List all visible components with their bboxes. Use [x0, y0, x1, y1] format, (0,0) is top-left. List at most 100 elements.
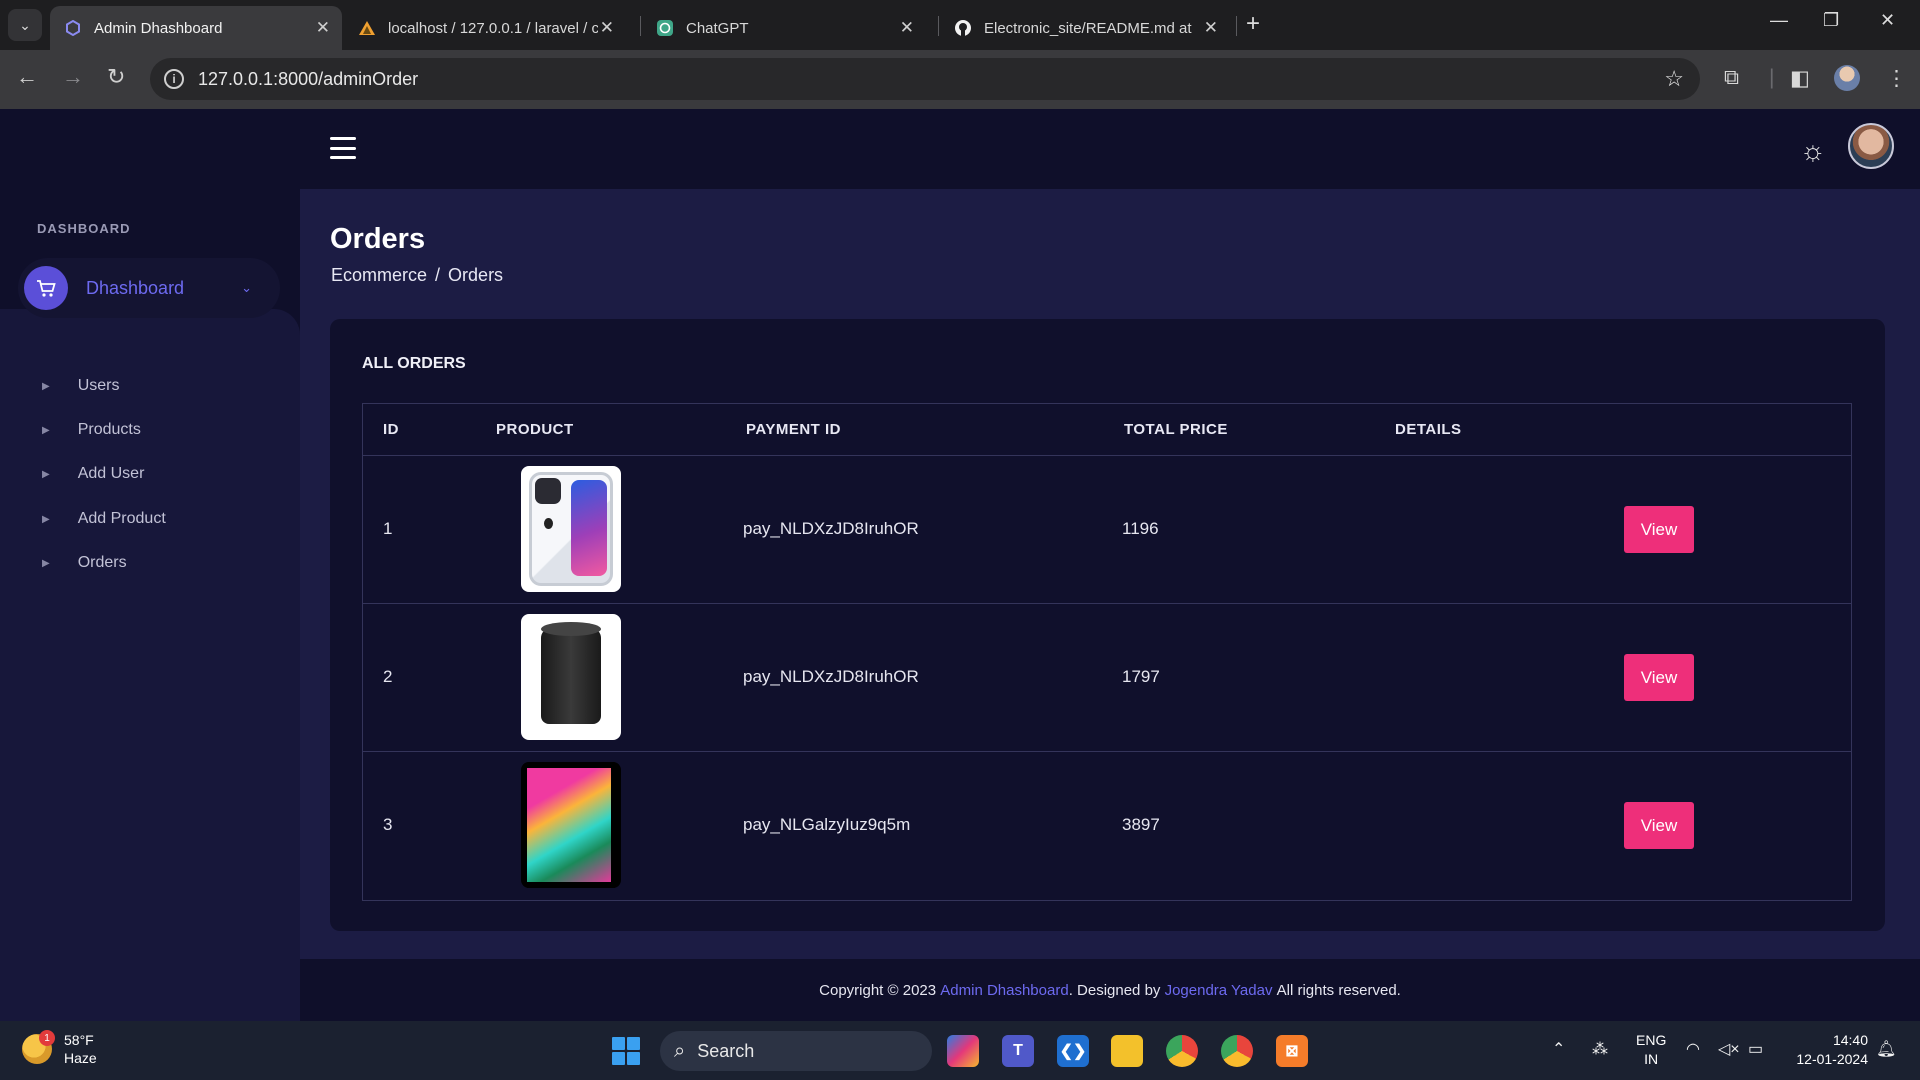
footer-brand-link[interactable]: Admin Dhashboard [940, 982, 1068, 999]
caret-right-icon: ▶ [42, 424, 50, 436]
browser-menu-icon[interactable]: ⋮ [1886, 66, 1907, 91]
reload-icon[interactable]: ↻ [107, 64, 125, 90]
sidebar-item-label: Products [77, 421, 141, 438]
minimize-icon[interactable]: — [1770, 10, 1788, 31]
sidebar-item-label: Add User [77, 465, 145, 482]
browser-tab-phpmyadmin[interactable]: localhost / 127.0.0.1 / laravel / c ✕ [344, 6, 626, 50]
hamburger-menu-icon[interactable] [330, 137, 356, 159]
cart-icon [24, 266, 68, 310]
file-explorer-icon[interactable] [1111, 1035, 1143, 1067]
copilot-app-icon[interactable] [947, 1035, 979, 1067]
close-tab-icon[interactable]: ✕ [900, 18, 914, 38]
column-header-total-price: TOTAL PRICE [1124, 421, 1228, 438]
admin-favicon-icon [64, 19, 82, 37]
notification-bell-icon[interactable]: 🔔︎ [1876, 1039, 1896, 1059]
clock-date: 12-01-2024 [1796, 1051, 1868, 1067]
chevron-down-icon: ⌄ [241, 280, 252, 295]
order-id: 1 [383, 519, 393, 538]
browser-tab-chatgpt[interactable]: ChatGPT ✕ [642, 6, 926, 50]
dropbox-icon[interactable]: ⁂ [1592, 1039, 1608, 1059]
orders-table: ID PRODUCT PAYMENT ID TOTAL PRICE DETAIL… [362, 403, 1852, 901]
github-favicon-icon [954, 19, 972, 37]
volume-muted-icon[interactable]: ◁× [1718, 1039, 1740, 1059]
chrome-profile-app-icon[interactable] [1221, 1035, 1253, 1067]
order-id: 3 [383, 815, 393, 834]
footer-author-link[interactable]: Jogendra Yadav [1165, 982, 1273, 999]
search-label: Search [697, 1040, 755, 1061]
breadcrumb-item-orders: Orders [448, 265, 504, 285]
tab-title: localhost / 127.0.0.1 / laravel / c [388, 19, 598, 37]
region-code: IN [1644, 1051, 1659, 1067]
forward-arrow-icon[interactable]: → [62, 64, 84, 90]
sidebar-item-label: Add Product [77, 510, 166, 527]
restore-icon[interactable]: ❐ [1823, 10, 1839, 31]
close-tab-icon[interactable]: ✕ [316, 18, 330, 38]
new-tab-icon[interactable]: + [1246, 10, 1260, 38]
teams-app-icon[interactable]: T [1002, 1035, 1034, 1067]
chatgpt-favicon-icon [656, 19, 674, 37]
vscode-app-icon[interactable]: ❮❯ [1057, 1035, 1089, 1067]
product-image-speaker [521, 614, 621, 740]
breadcrumb-item-ecommerce[interactable]: Ecommerce [331, 265, 427, 285]
column-header-payment-id: PAYMENT ID [746, 421, 842, 438]
search-icon: ⌕ [674, 1039, 686, 1062]
order-id: 2 [383, 667, 393, 686]
sidebar-item-add-product[interactable]: ▶ Add Product [42, 510, 166, 528]
sidebar-item-products[interactable]: ▶ Products [42, 421, 141, 439]
weather-sun-icon: 1 [22, 1030, 55, 1064]
footer-suffix: All rights reserved. [1276, 981, 1401, 999]
language-indicator[interactable]: ENG IN [1636, 1031, 1666, 1069]
product-image-phone-case [521, 466, 621, 592]
close-tab-icon[interactable]: ✕ [1204, 18, 1218, 38]
weather-widget[interactable]: 1 58°F Haze [22, 1030, 97, 1067]
user-avatar[interactable] [1848, 123, 1894, 169]
side-panel-icon[interactable]: ◧ [1790, 66, 1810, 91]
taskbar-search-box[interactable]: ⌕ Search [660, 1031, 932, 1071]
notification-badge: 1 [39, 1030, 55, 1046]
browser-tab-bar: ⌄ Admin Dhashboard ✕ localhost / 127.0.0… [0, 0, 1920, 50]
view-order-button[interactable]: View [1624, 654, 1694, 701]
tab-search-button[interactable]: ⌄ [8, 9, 42, 41]
column-header-details: DETAILS [1395, 421, 1462, 438]
browser-tab-github[interactable]: Electronic_site/README.md at r ✕ [940, 6, 1230, 50]
caret-right-icon: ▶ [42, 513, 50, 525]
table-row: 3 pay_NLGalzyIuz9q5m 3897 View [363, 752, 1851, 900]
admin-app: DASHBOARD ▶ Users ▶ Products ▶ Add User … [0, 109, 1920, 1021]
sidebar-item-dashboard[interactable]: Dhashboard ⌄ [18, 258, 280, 318]
close-tab-icon[interactable]: ✕ [600, 18, 614, 38]
clock-time: 14:40 [1832, 1032, 1868, 1048]
wifi-icon[interactable]: ◠ [1686, 1039, 1700, 1059]
windows-start-icon[interactable] [612, 1037, 640, 1065]
weather-temperature: 58°F [64, 1032, 94, 1048]
battery-icon[interactable]: ▭ [1748, 1039, 1763, 1059]
theme-toggle-sun-icon[interactable]: ☼ [1800, 135, 1826, 167]
phpmyadmin-favicon-icon [358, 19, 376, 37]
extensions-icon[interactable]: ⧉ [1724, 66, 1739, 90]
caret-right-icon: ▶ [42, 468, 50, 480]
tab-title: Admin Dhashboard [94, 19, 223, 37]
browser-profile-avatar[interactable] [1834, 65, 1860, 91]
chrome-app-icon[interactable] [1166, 1035, 1198, 1067]
view-order-button[interactable]: View [1624, 802, 1694, 849]
url-text: 127.0.0.1:8000/adminOrder [198, 68, 419, 89]
back-arrow-icon[interactable]: ← [16, 64, 38, 90]
column-header-id: ID [383, 421, 399, 438]
breadcrumb: Ecommerce / Orders [331, 265, 503, 286]
site-info-icon[interactable]: i [164, 69, 184, 89]
sidebar-item-users[interactable]: ▶ Users [42, 377, 119, 395]
sidebar-item-add-user[interactable]: ▶ Add User [42, 465, 144, 483]
tab-separator [640, 16, 641, 36]
tab-title: Electronic_site/README.md at r [984, 19, 1194, 37]
view-order-button[interactable]: View [1624, 506, 1694, 553]
sidebar-item-orders[interactable]: ▶ Orders [42, 554, 127, 572]
close-window-icon[interactable]: ✕ [1880, 10, 1895, 31]
payment-id: pay_NLDXzJD8IruhOR [743, 667, 919, 686]
browser-tab-admin[interactable]: Admin Dhashboard ✕ [50, 6, 342, 50]
xampp-app-icon[interactable]: ⊠ [1276, 1035, 1308, 1067]
show-hidden-icons-chevron-icon[interactable]: ⌃ [1552, 1039, 1565, 1059]
bookmark-star-icon[interactable]: ☆ [1664, 66, 1684, 92]
caret-right-icon: ▶ [42, 380, 50, 392]
chevron-down-icon: ⌄ [19, 16, 31, 33]
address-bar[interactable]: i 127.0.0.1:8000/adminOrder ☆ [150, 58, 1700, 100]
system-clock[interactable]: 14:40 12-01-2024 [1788, 1031, 1868, 1069]
